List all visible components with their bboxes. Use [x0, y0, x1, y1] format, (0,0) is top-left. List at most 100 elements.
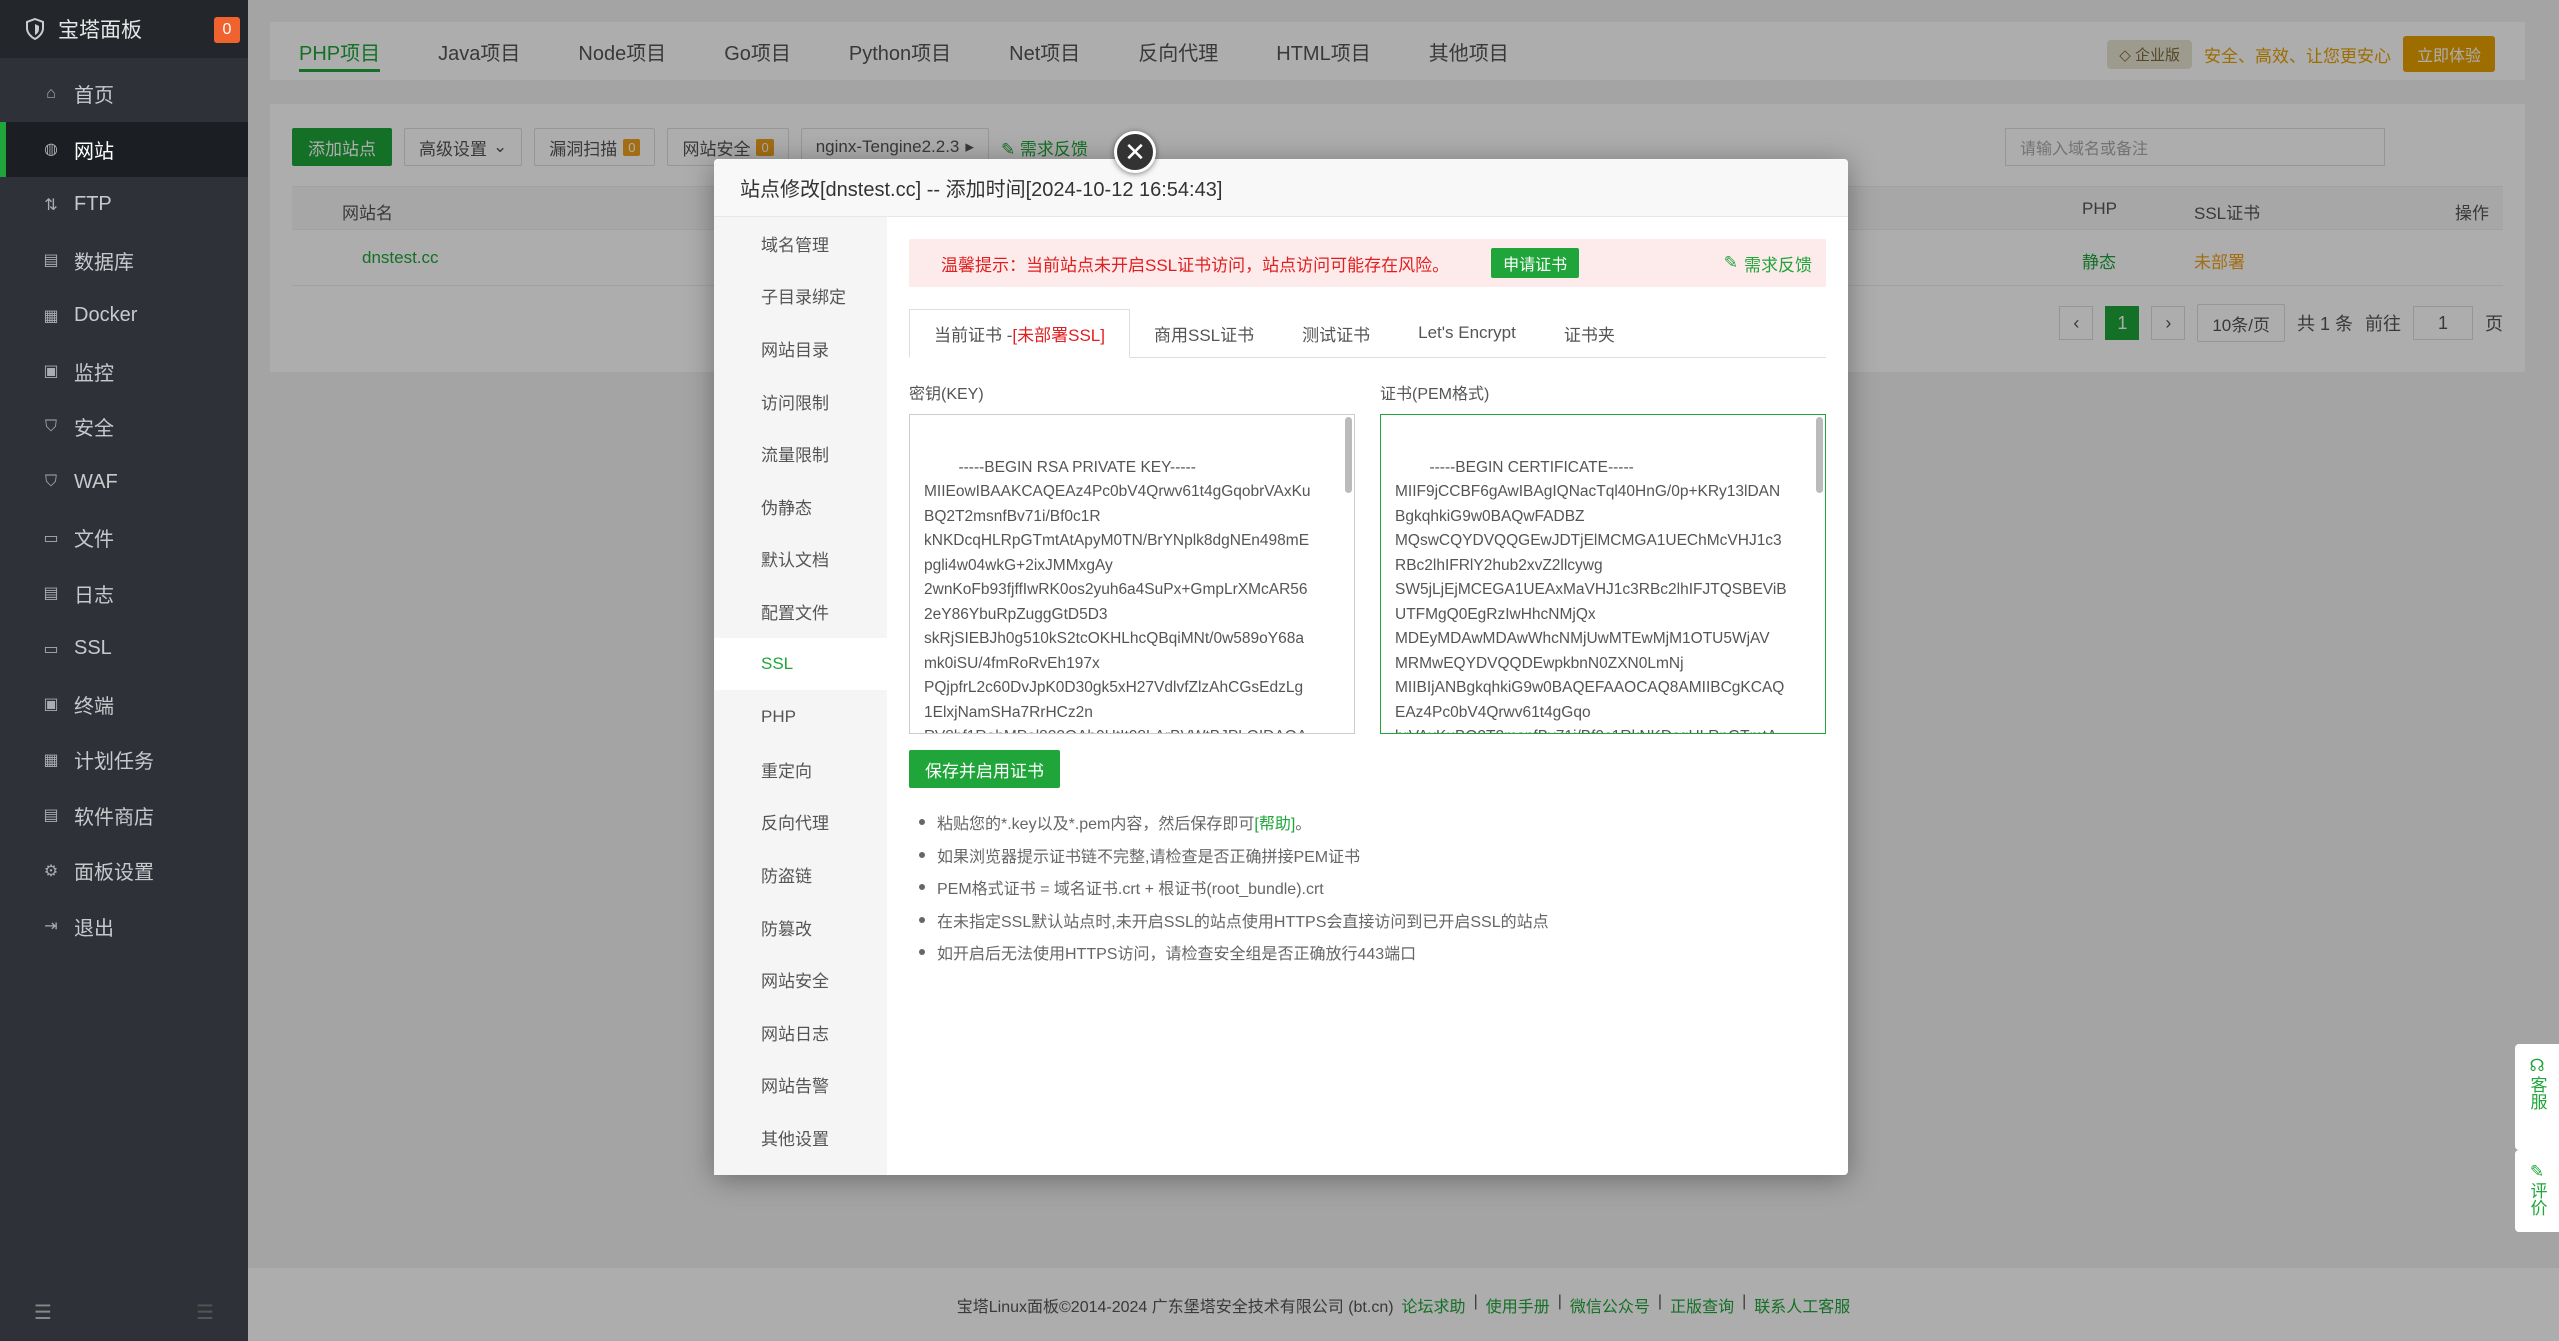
tip-item: PEM格式证书 = 域名证书.crt + 根证书(root_bundle).cr…: [909, 871, 1826, 904]
sidebar-item-label: 计划任务: [74, 751, 154, 774]
modal-menu-item[interactable]: 配置文件: [714, 585, 887, 638]
modal-menu-item[interactable]: PHP: [714, 690, 887, 743]
folder-icon: ▭: [43, 529, 59, 547]
review-button[interactable]: ✎ 评价: [2515, 1150, 2559, 1232]
sidebar-item[interactable]: ▭ 文件: [0, 510, 248, 566]
sidebar-item[interactable]: ▦ 计划任务: [0, 732, 248, 788]
sidebar-item[interactable]: ⇅ FTP: [0, 177, 248, 233]
customer-service-label: 客服: [2527, 1076, 2547, 1110]
ftp-icon: ⇅: [44, 196, 58, 214]
apply-cert-button[interactable]: 申请证书: [1491, 248, 1580, 278]
headset-icon: ☊: [2529, 1056, 2545, 1075]
modal-menu-item[interactable]: 防篡改: [714, 901, 887, 954]
sidebar-item[interactable]: ⇥ 退出: [0, 899, 248, 955]
ssl-warning-alert: 温馨提示：当前站点未开启SSL证书访问，站点访问可能存在风险。 申请证书 ✎ 需求…: [909, 239, 1826, 287]
ssl-tab[interactable]: 测试证书: [1278, 309, 1394, 357]
terminal-icon: ▣: [43, 696, 59, 714]
modal-menu-item[interactable]: 其他设置: [714, 1111, 887, 1164]
home-icon: ⌂: [46, 84, 56, 102]
ssl-tab[interactable]: 商用SSL证书: [1130, 309, 1278, 357]
modal-menu-item[interactable]: 子目录绑定: [714, 270, 887, 323]
sidebar-item[interactable]: ▣ 终端: [0, 677, 248, 733]
sidebar-item[interactable]: ▣ 监控: [0, 344, 248, 400]
sidebar-item[interactable]: ⌂ 首页: [0, 66, 248, 122]
bt-logo-icon: [24, 17, 46, 41]
sidebar-item-label: 文件: [74, 529, 114, 552]
modal-menu-item[interactable]: 网站日志: [714, 1006, 887, 1059]
sidebar-item-label: 终端: [74, 695, 114, 718]
save-enable-cert-button[interactable]: 保存并启用证书: [909, 750, 1060, 788]
alert-text: 温馨提示：当前站点未开启SSL证书访问，站点访问可能存在风险。: [941, 255, 1450, 275]
sidebar-item[interactable]: ▭ SSL: [0, 621, 248, 677]
sidebar-item[interactable]: ▤ 数据库: [0, 233, 248, 289]
brand[interactable]: 宝塔面板: [0, 0, 248, 58]
sidebar-item[interactable]: ▤ 日志: [0, 566, 248, 622]
feedback-link[interactable]: ✎ 需求反馈: [1724, 251, 1812, 276]
modal-menu-item[interactable]: 网站告警: [714, 1059, 887, 1112]
modal-menu-item[interactable]: 网站目录: [714, 322, 887, 375]
help-link[interactable]: [帮助]: [1254, 810, 1295, 834]
modal-menu-item[interactable]: 访问限制: [714, 375, 887, 428]
menu-list-icon[interactable]: ☰: [196, 1300, 214, 1325]
tab-current-cert[interactable]: 当前证书 - [未部署SSL]: [909, 309, 1130, 358]
gear-icon: ⚙: [43, 862, 59, 880]
tip-item: 如果浏览器提示证书链不完整,请检查是否正确拼接PEM证书: [909, 839, 1826, 872]
ssl-tab[interactable]: Let's Encrypt: [1394, 309, 1540, 357]
sidebar-item[interactable]: ⛉ WAF: [0, 455, 248, 511]
modal-menu-item[interactable]: 伪静态: [714, 480, 887, 533]
modal-menu-item[interactable]: 默认文档: [714, 533, 887, 586]
tip-text: 在未指定SSL默认站点时,未开启SSL的站点使用HTTPS会直接访问到已开启SS…: [937, 913, 1549, 931]
waf-icon: ⛉: [44, 473, 57, 491]
tip-text: 如果浏览器提示证书链不完整,请检查是否正确拼接PEM证书: [937, 848, 1361, 866]
modal-menu: 域名管理 子目录绑定 网站目录 访问限制 流量限制 伪静态 默认文档 配置文件 SSL PHP 重定…: [714, 217, 887, 1175]
ssl-icon: ▭: [43, 640, 59, 658]
sidebar-item[interactable]: ▦ Docker: [0, 288, 248, 344]
globe-icon: ◍: [44, 141, 58, 159]
tip-text: 粘贴您的*.key以及*.pem内容，然后保存即可: [937, 816, 1255, 834]
modal-menu-item[interactable]: 反向代理: [714, 796, 887, 849]
sidebar-item-label: 数据库: [74, 251, 134, 274]
scrollbar[interactable]: [1345, 417, 1352, 493]
sidebar-item[interactable]: ▤ 软件商店: [0, 788, 248, 844]
review-label: 评价: [2527, 1182, 2547, 1216]
sidebar-item-label: SSL: [74, 637, 112, 660]
private-key-textarea[interactable]: -----BEGIN RSA PRIVATE KEY----- MIIEowIB…: [909, 414, 1355, 734]
sidebar-footer: ☰ ☰: [0, 1283, 248, 1341]
cert-label: 证书(PEM格式): [1380, 386, 1490, 403]
sidebar-item[interactable]: ⚙ 面板设置: [0, 843, 248, 899]
site-edit-modal: 站点修改[dnstest.cc] -- 添加时间[2024-10-12 16:5…: [714, 159, 1848, 1175]
sidebar-item[interactable]: ⛉ 安全: [0, 399, 248, 455]
docker-icon: ▦: [43, 307, 59, 325]
database-icon: ▤: [43, 252, 59, 270]
calendar-icon: ▦: [43, 751, 59, 769]
modal-menu-item[interactable]: 网站安全: [714, 953, 887, 1006]
tip-text: 如开启后无法使用HTTPS访问，请检查安全组是否正确放行443端口: [937, 946, 1417, 964]
sidebar-item-label: 面板设置: [74, 862, 154, 885]
edit-icon: ✎: [2529, 1162, 2545, 1181]
modal-menu-item[interactable]: 域名管理: [714, 217, 887, 270]
sidebar-item[interactable]: ◍ 网站: [0, 121, 248, 177]
customer-service-button[interactable]: ☊ 客服: [2515, 1044, 2559, 1150]
sidebar-item-label: 首页: [74, 85, 114, 108]
modal-menu-item[interactable]: SSL: [714, 637, 887, 691]
collapse-menu-icon[interactable]: ☰: [34, 1300, 52, 1325]
logout-icon: ⇥: [44, 918, 58, 936]
close-icon[interactable]: ✕: [1114, 131, 1156, 173]
shield-icon: ⛉: [44, 417, 57, 435]
tip-suffix: 。: [1295, 816, 1312, 834]
ssl-tabs: 当前证书 - [未部署SSL] 商用SSL证书 测试证书 Let's Encrypt 证…: [909, 309, 1826, 358]
modal-menu-item[interactable]: 防盗链: [714, 848, 887, 901]
modal-menu-item[interactable]: 流量限制: [714, 427, 887, 480]
tip-item: 粘贴您的*.key以及*.pem内容，然后保存即可 [帮助]。: [909, 806, 1826, 839]
store-icon: ▤: [43, 807, 59, 825]
certificate-textarea[interactable]: -----BEGIN CERTIFICATE----- MIIF9jCCBF6g…: [1380, 414, 1826, 734]
tip-text: PEM格式证书 = 域名证书.crt + 根证书(root_bundle).cr…: [937, 881, 1324, 899]
ssl-tips-list: 粘贴您的*.key以及*.pem内容，然后保存即可 [帮助]。如果浏览器提示证书链…: [909, 806, 1826, 969]
brand-name: 宝塔面板: [58, 19, 142, 42]
ssl-tab[interactable]: 证书夹: [1540, 309, 1639, 357]
notification-badge[interactable]: 0: [214, 17, 240, 43]
sidebar-menu: ⌂ 首页 ◍ 网站 ⇅ FTP ▤ 数据库 ▦ Docker ▣ 监控 ⛉ 安全 ⛉ WAF ▭ 文件 ▤ 日志 ▭ SS…: [0, 66, 248, 954]
scrollbar[interactable]: [1816, 417, 1823, 493]
monitor-icon: ▣: [43, 363, 59, 381]
modal-menu-item[interactable]: 重定向: [714, 743, 887, 796]
